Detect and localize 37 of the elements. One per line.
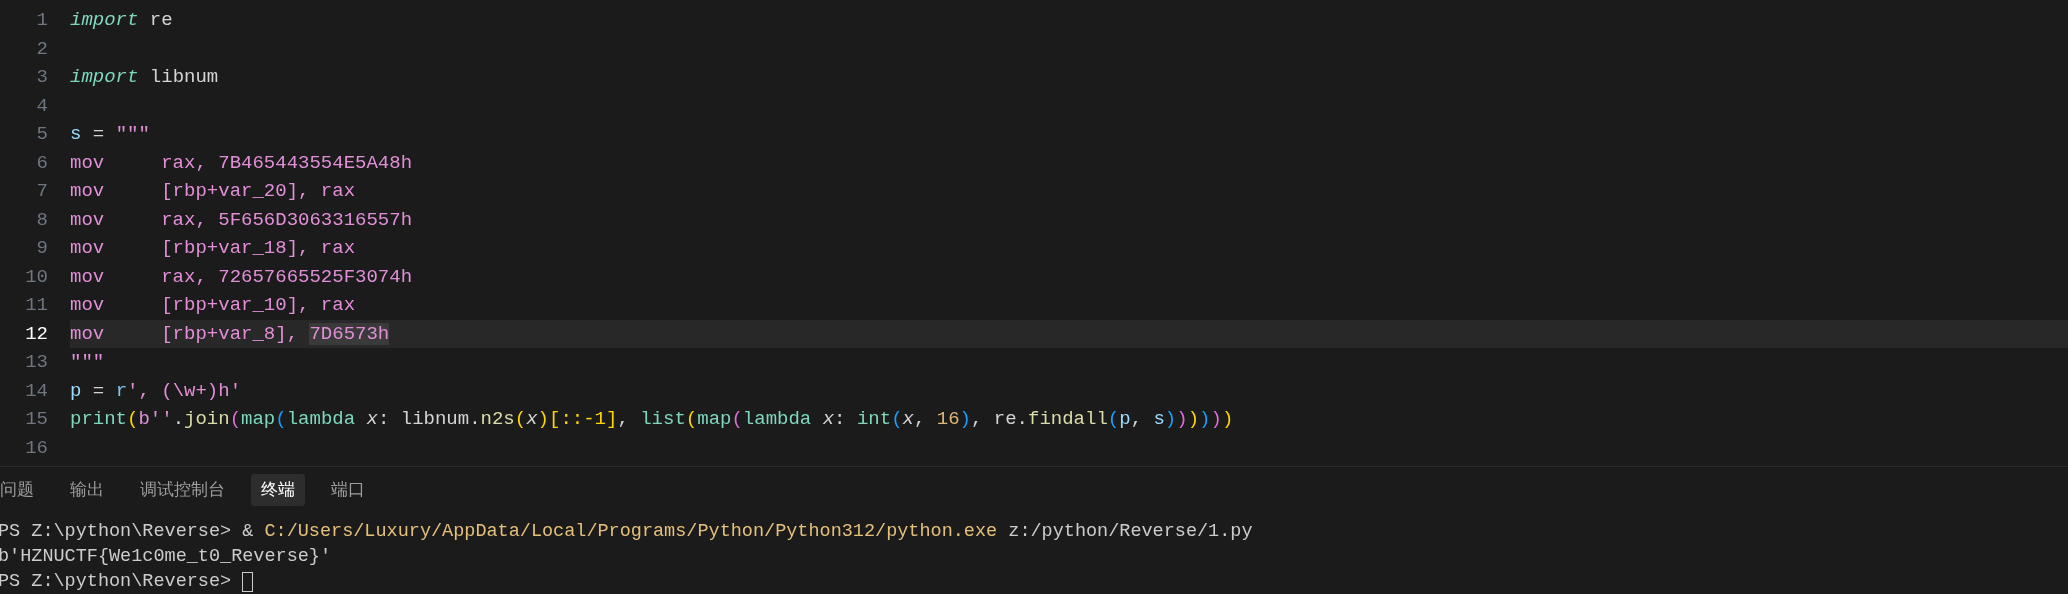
line-number: 12 (24, 321, 48, 347)
line-number: 6 (35, 150, 48, 176)
line-number: 10 (24, 264, 48, 290)
code-line: mov [rbp+var_20], rax (70, 179, 356, 204)
code-line: mov [rbp+var_18], rax (70, 236, 356, 261)
code-line: mov [rbp+var_10], rax (70, 293, 356, 318)
line-number: 4 (35, 93, 48, 119)
line-number: 9 (35, 236, 48, 261)
line-number: 8 (35, 207, 48, 233)
panel-tab[interactable]: 调试控制台 (130, 474, 235, 506)
terminal-line: PS Z:\python\Reverse> (0, 569, 233, 594)
panel-tab[interactable]: 端口 (321, 474, 375, 506)
code-line: import libnum (70, 65, 219, 90)
line-number: 2 (35, 36, 48, 62)
code-line: print(b''.join(map(lambda x: libnum.n2s(x)[::-1], list(map(lambda x: int(x, 16), re.findall(p, s)))))) (70, 407, 1234, 432)
line-number: 3 (35, 65, 48, 90)
code-line: p = r', (\w+)h' (70, 378, 242, 404)
line-number: 16 (24, 435, 48, 461)
line-number: 13 (24, 350, 48, 375)
panel-tab[interactable]: 问题 (0, 474, 44, 506)
terminal-line: PS Z:\python\Reverse> & C:/Users/Luxury/AppData/Local/Programs/Python/Python312/python.exe z:/python/Reverse/1.py (0, 519, 1253, 544)
panel-tab[interactable]: 输出 (60, 474, 114, 506)
code-line: mov rax, 7B465443554E5A48h (70, 150, 413, 176)
panel-tab[interactable]: 终端 (251, 474, 305, 506)
code-line: s = """ (70, 122, 150, 147)
code-line: mov rax, 5F656D3063316557h (70, 207, 413, 233)
line-number: 5 (35, 122, 48, 147)
line-number: 1 (35, 8, 48, 33)
line-number: 7 (35, 179, 48, 204)
line-number: 15 (24, 407, 48, 432)
line-number: 11 (24, 293, 48, 318)
terminal-line: b'HZNUCTF{We1c0me_t0_Reverse}' (0, 544, 332, 569)
line-number: 14 (24, 378, 48, 404)
code-line: """ (70, 350, 105, 375)
code-line: import re (70, 8, 173, 33)
code-line: mov rax, 72657665525F3074h (70, 264, 413, 290)
code-line: mov [rbp+var_8], 7D6573h (70, 321, 390, 347)
